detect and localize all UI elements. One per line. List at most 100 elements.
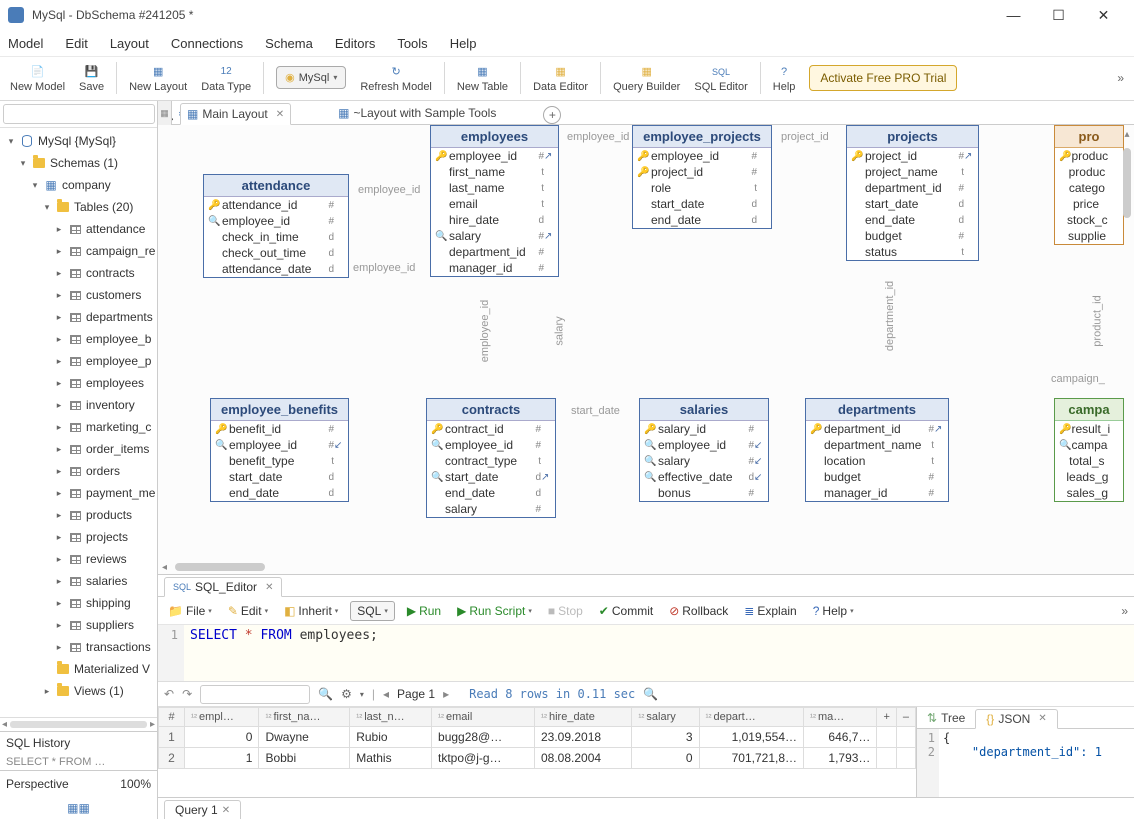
file-menu[interactable]: 📁File▾ [164,602,216,620]
table-projects[interactable]: projects 🔑project_id#↗project_nametdepar… [846,125,979,261]
tree-table-shipping[interactable]: ▸shipping [0,592,157,614]
column[interactable]: benefit_typet [211,453,348,469]
column[interactable]: 🔑contract_id# [427,421,555,437]
tree-table-transactions[interactable]: ▸transactions [0,636,157,658]
menu-help[interactable]: Help [450,36,477,51]
sql-editor-button[interactable]: SQLSQL Editor [688,61,753,95]
close-icon[interactable]: ✕ [265,582,273,593]
tree-tab[interactable]: ⇅Tree [917,709,975,727]
tree-root[interactable]: ▾MySql {MySql} [0,130,157,152]
sidebar-search-input[interactable] [3,104,155,124]
column[interactable]: end_dated [633,212,771,228]
tab-sample-layout[interactable]: ▦~Layout with Sample Tools [331,102,503,124]
column[interactable]: stock_c [1055,212,1123,228]
tree-table-campaign_re[interactable]: ▸campaign_re [0,240,157,262]
table-products-cut[interactable]: pro 🔑producproduccategopricestock_csuppl… [1054,125,1124,245]
column[interactable]: 🔍campa [1055,437,1123,453]
mysql-connector[interactable]: ◉MySql▾ [270,64,352,91]
tree-table-departments[interactable]: ▸departments [0,306,157,328]
next-page-icon[interactable]: ▸ [443,687,449,701]
column[interactable]: price [1055,196,1123,212]
column[interactable]: 🔑department_id#↗ [806,421,948,437]
column[interactable]: emailt [431,196,558,212]
column[interactable]: 🔑salary_id# [640,421,768,437]
tab-main-layout[interactable]: ▦Main Layout✕ [180,103,291,125]
table-departments[interactable]: departments 🔑department_id#↗department_n… [805,398,949,502]
menu-tools[interactable]: Tools [397,36,427,51]
canvas-scroll-h[interactable]: ◂ [158,560,1120,574]
column[interactable]: last_namet [431,180,558,196]
data-type-button[interactable]: 12Data Type [195,61,257,95]
column[interactable]: total_s [1055,453,1123,469]
column[interactable]: manager_id# [806,485,948,501]
add-layout-button[interactable]: + [543,106,561,124]
column[interactable]: statust [847,244,978,260]
menu-model[interactable]: Model [8,36,43,51]
column[interactable]: 🔍employee_id# [204,213,348,229]
column[interactable]: 🔑employee_id# [633,148,771,164]
json-tab[interactable]: {}JSON✕ [975,709,1057,729]
new-model-button[interactable]: 📄New Model [4,61,71,95]
column[interactable]: first_namet [431,164,558,180]
column[interactable]: department_id# [431,244,558,260]
save-button[interactable]: 💾Save [73,61,110,95]
tree-table-inventory[interactable]: ▸inventory [0,394,157,416]
help-button[interactable]: ?Help [767,61,802,95]
column[interactable]: start_dated [847,196,978,212]
column[interactable]: 🔑employee_id#↗ [431,148,558,164]
column[interactable]: 🔑benefit_id# [211,421,348,437]
column[interactable]: check_out_timed [204,245,348,261]
data-editor-button[interactable]: ▦Data Editor [527,61,594,95]
result-row[interactable]: 21BobbiMathistktpo@j-g…08.08.20040701,72… [159,748,916,769]
table-salaries[interactable]: salaries 🔑salary_id#🔍employee_id#↙🔍salar… [639,398,769,502]
column[interactable]: 🔍salary#↙ [640,453,768,469]
explain-button[interactable]: ≣ Explain [740,602,800,620]
prev-page-icon[interactable]: ◂ [383,687,389,701]
sql-dropdown[interactable]: SQL▾ [350,601,395,621]
close-icon[interactable]: ✕ [1038,713,1046,724]
column[interactable]: 🔑produc [1055,148,1123,164]
tree-table-marketing_c[interactable]: ▸marketing_c [0,416,157,438]
stop-button[interactable]: ■ Stop [544,602,587,620]
undo-icon[interactable]: ↶ [164,687,174,701]
close-icon[interactable]: ✕ [276,109,284,120]
column[interactable]: check_in_timed [204,229,348,245]
column[interactable]: produc [1055,164,1123,180]
search-icon[interactable]: 🔍 [643,687,658,701]
tree-table-products[interactable]: ▸products [0,504,157,526]
column[interactable]: hire_dated [431,212,558,228]
table-campaign-cut[interactable]: campa 🔑result_i🔍campatotal_sleads_gsales… [1054,398,1124,502]
minimize-button[interactable]: — [991,1,1036,29]
tree-views[interactable]: ▸Views (1) [0,680,157,702]
tree-table-projects[interactable]: ▸projects [0,526,157,548]
column[interactable]: 🔍employee_id#↙ [640,437,768,453]
column[interactable]: locationt [806,453,948,469]
menu-editors[interactable]: Editors [335,36,375,51]
menu-edit[interactable]: Edit [65,36,87,51]
column[interactable]: supplie [1055,228,1123,244]
result-grid[interactable]: #¹²empl…¹²first_na…¹²last_n…¹²email¹²hir… [158,707,916,797]
tree-table-attendance[interactable]: ▸attendance [0,218,157,240]
rollback-button[interactable]: ⊘ Rollback [665,602,732,620]
tree-table-customers[interactable]: ▸customers [0,284,157,306]
tab-sql-editor[interactable]: SQLSQL_Editor✕ [164,577,282,597]
column[interactable]: 🔍start_dated↗ [427,469,555,485]
column[interactable]: department_id# [847,180,978,196]
menu-connections[interactable]: Connections [171,36,243,51]
sql-history-item[interactable]: SELECT * FROM … [0,754,157,770]
new-layout-button[interactable]: ▦New Layout [123,61,193,95]
column[interactable]: start_dated [211,469,348,485]
tree-table-orders[interactable]: ▸orders [0,460,157,482]
column[interactable]: contract_typet [427,453,555,469]
column[interactable]: department_namet [806,437,948,453]
run-button[interactable]: ▶ Run [403,602,445,620]
diagram-canvas[interactable]: employee_id employee_id employee_id proj… [158,125,1134,574]
tree-schemas[interactable]: ▾Schemas (1) [0,152,157,174]
tree-table-employee_p[interactable]: ▸employee_p [0,350,157,372]
table-employees[interactable]: employees 🔑employee_id#↗first_nametlast_… [430,125,559,277]
column[interactable]: sales_g [1055,485,1123,501]
column[interactable]: rolet [633,180,771,196]
tree-table-payment_me[interactable]: ▸payment_me [0,482,157,504]
sql-code-editor[interactable]: 1 SELECT * FROM employees; [158,625,1134,681]
table-attendance[interactable]: attendance 🔑attendance_id#🔍employee_id#c… [203,174,349,278]
